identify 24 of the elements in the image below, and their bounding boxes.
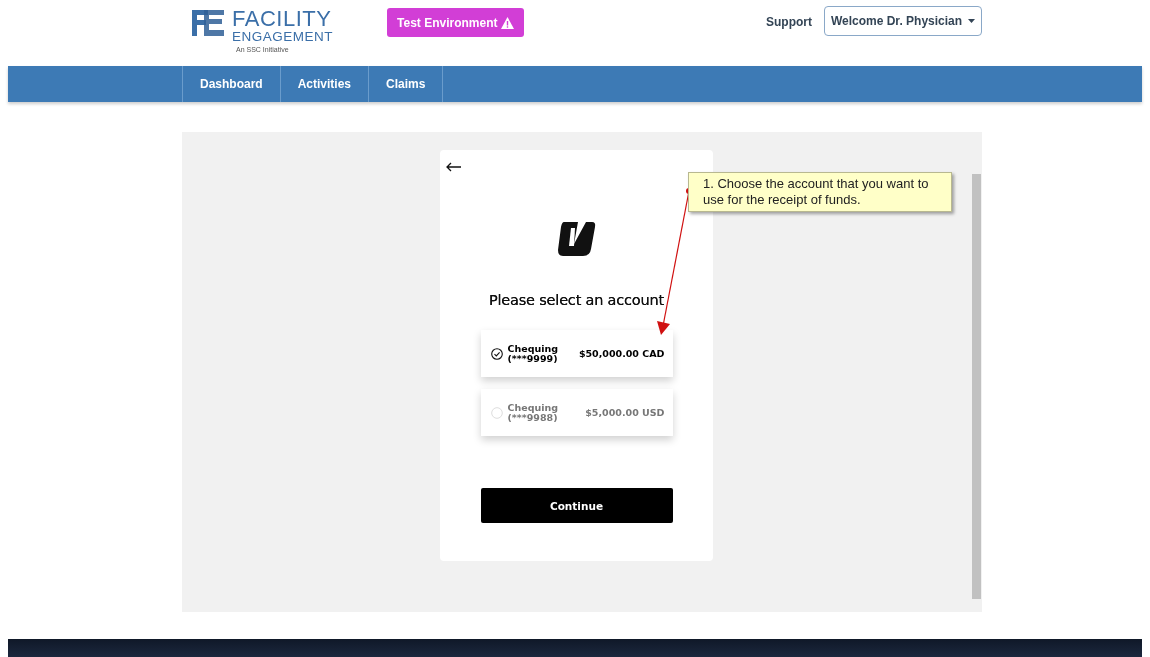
- logo-icon: [557, 222, 596, 256]
- account-name: Chequing: [507, 403, 560, 413]
- account-number: (***9999): [507, 353, 559, 363]
- account-option[interactable]: Chequing (***9988) $5,000.00 USD: [480, 389, 673, 436]
- nav-tab[interactable]: Dashboard: [182, 66, 280, 102]
- annotation-callout: 1. Choose the account that you want to use for the receipt of funds.: [688, 172, 952, 212]
- account-balance: $5,000.00 USD: [585, 407, 665, 418]
- nav-tab[interactable]: Claims: [368, 66, 444, 102]
- dialog-heading: Please select an account: [489, 292, 664, 308]
- account-number: (***9988): [507, 412, 559, 422]
- user-menu-button[interactable]: Welcome Dr. Physician: [824, 6, 982, 36]
- logo-title: FACILITY: [232, 8, 333, 30]
- nav-tab[interactable]: Activities: [279, 66, 369, 102]
- caret-icon: [968, 19, 976, 23]
- support-link[interactable]: Support: [766, 15, 812, 29]
- warning-icon: [501, 16, 515, 29]
- environment-badge: Test Environment: [387, 8, 525, 37]
- account-name: Chequing: [507, 344, 560, 354]
- logo-icon: [190, 8, 226, 38]
- logo-subtitle: ENGAGEMENT: [232, 30, 333, 44]
- account-balance: $50,000.00 CAD: [578, 348, 665, 359]
- continue-button[interactable]: Continue: [480, 488, 673, 523]
- back-arrow-icon[interactable]: [446, 162, 462, 172]
- account-option[interactable]: Chequing (***9999) $50,000.00 CAD: [480, 330, 673, 377]
